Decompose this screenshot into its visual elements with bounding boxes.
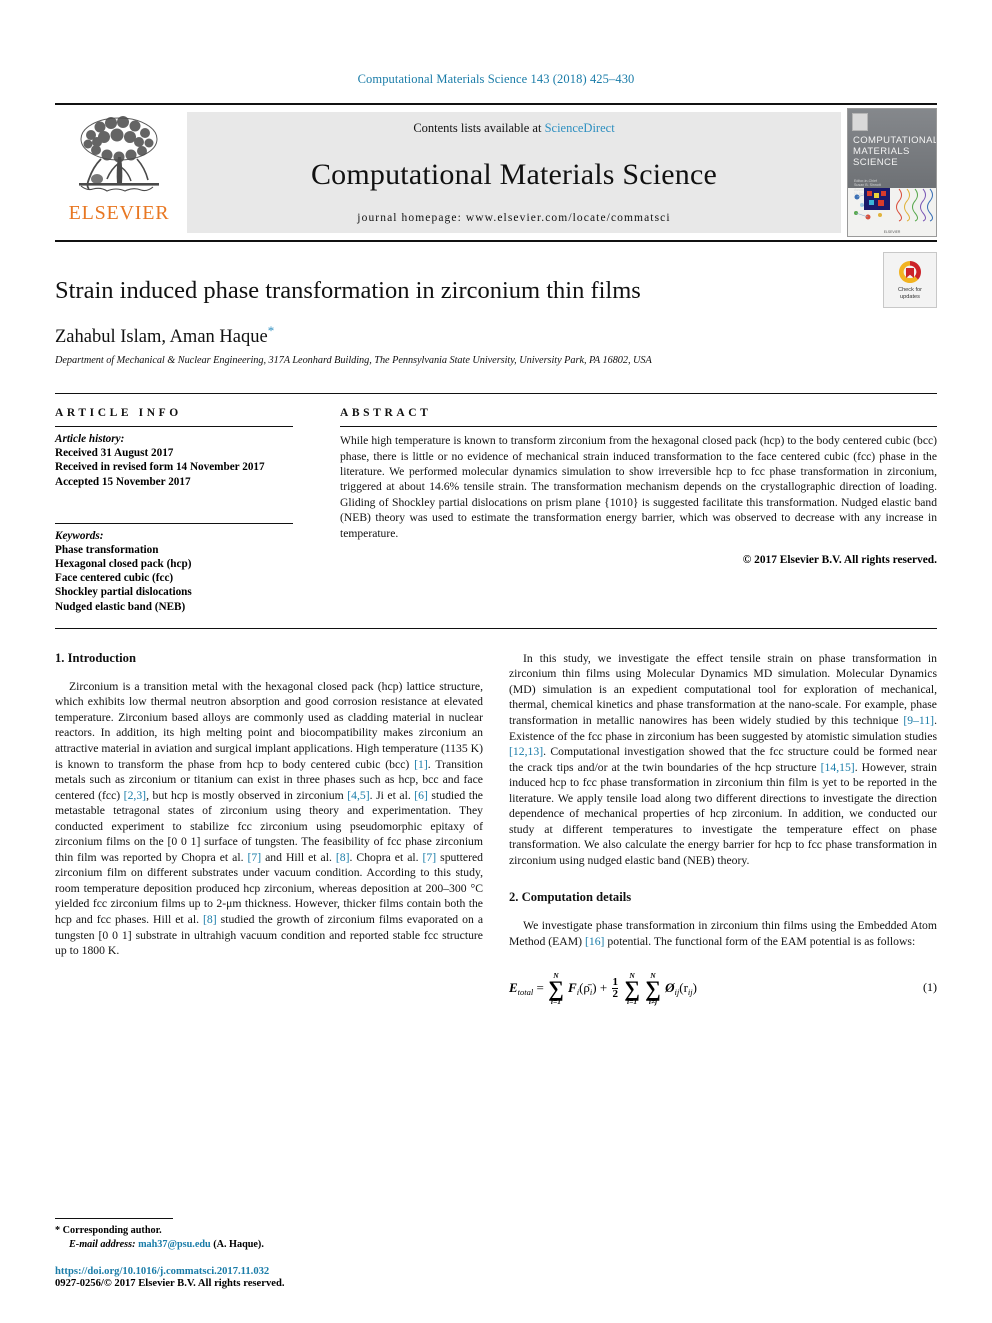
info-abstract-block: ARTICLE INFO Article history: Received 3… [55,393,937,629]
email-label: E-mail address: [69,1238,136,1250]
crossmark-icon [898,261,922,284]
summation-3: N ∑ i≠j [645,970,661,1007]
crossmark-badge[interactable]: Check for updates [883,252,937,308]
keywords-block: Keywords: Phase transformation Hexagonal… [55,522,318,614]
journal-homepage[interactable]: journal homepage: www.elsevier.com/locat… [357,212,670,224]
body-columns: 1. Introduction Zirconium is a transitio… [55,651,937,1006]
title-block: Strain induced phase transformation in z… [55,242,937,366]
abstract-column: ABSTRACT While high temperature is known… [340,407,937,614]
article-info-heading: ARTICLE INFO [55,407,182,420]
citation-ref[interactable]: [8] [336,851,350,864]
citation-ref[interactable]: [7] [247,851,261,864]
footnote-block: * Corresponding author. E-mail address: … [55,1218,489,1289]
citation-ref[interactable]: [14,15] [821,761,855,774]
elsevier-tree-icon [79,116,159,192]
corresponding-author-note: * Corresponding author. [55,1225,162,1237]
running-head: Computational Materials Science 143 (201… [357,72,635,86]
intro-paragraph-2: In this study, we investigate the effect… [509,651,938,867]
keyword-item: Shockley partial dislocations [55,586,192,599]
keyword-item: Phase transformation [55,543,159,556]
summation-1: N ∑ i=1 [548,970,564,1007]
corresponding-author-marker: * [267,323,275,338]
journal-title: Computational Materials Science [310,158,718,191]
history-item: Received 31 August 2017 [55,447,174,460]
history-item: Accepted 15 November 2017 [55,475,191,488]
keyword-item: Face centered cubic (fcc) [55,572,174,585]
keywords-label: Keywords: [55,529,104,542]
article-info-column: ARTICLE INFO Article history: Received 3… [55,407,340,614]
article-history-label: Article history: [55,433,125,446]
email-suffix: (A. Haque). [210,1238,264,1250]
paper-page: Computational Materials Science 143 (201… [0,0,992,1323]
citation-ref[interactable]: [12,13] [509,745,543,758]
citation-ref[interactable]: [7] [423,851,437,864]
abstract-copyright: © 2017 Elsevier B.V. All rights reserved… [742,554,937,566]
abstract-heading: ABSTRACT [340,407,432,420]
keyword-item: Nudged elastic band (NEB) [55,600,186,613]
email-note: E-mail address: mah37@psu.edu (A. Haque)… [55,1238,489,1251]
issn-copyright: 0927-0256/© 2017 Elsevier B.V. All right… [55,1278,285,1289]
keyword-item: Hexagonal closed pack (hcp) [55,557,192,570]
section-heading-introduction: 1. Introduction [55,650,136,665]
sciencedirect-link[interactable]: ScienceDirect [545,121,615,135]
doi-link[interactable]: https://doi.org/10.1016/j.commatsci.2017… [55,1266,489,1277]
citation-ref[interactable]: [4,5] [347,789,369,802]
elsevier-wordmark: ELSEVIER [68,202,170,224]
author-names: Zahabul Islam, Aman Haque [55,327,268,348]
right-column: In this study, we investigate the effect… [509,651,937,1006]
keywords-rule [55,522,293,524]
footnote-rule [55,1218,173,1220]
email-link[interactable]: mah37@psu.edu [138,1239,211,1250]
computation-paragraph-1: We investigate phase transformation in z… [509,919,937,948]
contents-lists-line: Contents lists available at ScienceDirec… [413,121,614,136]
citation-ref[interactable]: [6] [414,789,428,802]
cover-title: COMPUTATIONAL MATERIALS SCIENCE [853,135,937,168]
cover-elsevier-mark [852,113,868,131]
citation-ref[interactable]: [8] [203,913,217,926]
affiliation: Department of Mechanical & Nuclear Engin… [55,355,652,367]
abstract-text: While high temperature is known to trans… [340,434,937,540]
abstract-rule [340,426,937,428]
citation-ref[interactable]: [16] [585,935,604,948]
crossmark-label: Check for updates [898,287,922,300]
equation-expression: Etotal = N ∑ i=1 Fi(ρ̄i) + 1 2 N ∑ i=1 N… [509,970,697,1007]
citation-ref[interactable]: [9–11] [903,714,934,727]
left-column: 1. Introduction Zirconium is a transitio… [55,651,483,1006]
elsevier-logo: ELSEVIER [55,105,183,240]
author-list: Zahabul Islam, Aman Haque* [55,323,937,348]
article-info-rule [55,426,293,428]
page-title: Strain induced phase transformation in z… [55,277,641,304]
citation-ref[interactable]: [2,3] [124,789,146,802]
summation-2: N ∑ i=1 [624,970,640,1007]
cover-figure-heatmap [864,188,890,210]
intro-paragraph-1: Zirconium is a transition metal with the… [55,679,484,958]
journal-masthead: ELSEVIER Contents lists available at Sci… [55,103,937,242]
equation-number: (1) [923,979,937,994]
journal-banner: Contents lists available at ScienceDirec… [187,112,841,233]
history-item: Received in revised form 14 November 201… [55,461,265,474]
journal-cover-thumbnail: COMPUTATIONAL MATERIALS SCIENCE Editor-i… [847,108,937,237]
one-half-fraction: 1 2 [612,976,618,1001]
section-heading-computation: 2. Computation details [509,890,632,905]
cover-footer-mark: ELSEVIER [883,230,901,234]
cover-figure-right [896,188,933,222]
citation-ref[interactable]: [1] [414,758,428,771]
equation-1: Etotal = N ∑ i=1 Fi(ρ̄i) + 1 2 N ∑ i=1 N… [509,972,937,1006]
contents-prefix: Contents lists available at [413,121,545,135]
